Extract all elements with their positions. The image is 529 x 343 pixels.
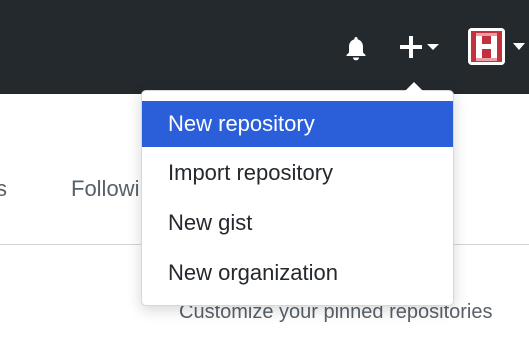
- github-page: s Followi Customize your pinned reposito…: [0, 0, 529, 343]
- tab-partial[interactable]: s: [0, 176, 7, 202]
- top-header: [0, 0, 529, 94]
- caret-down-icon: [427, 44, 439, 50]
- create-new-button[interactable]: [396, 32, 442, 62]
- menu-item-import-repository[interactable]: Import repository: [142, 150, 453, 196]
- tab-following[interactable]: Followi: [71, 176, 139, 202]
- menu-item-new-gist[interactable]: New gist: [142, 200, 453, 246]
- dropdown-caret-fill: [405, 82, 423, 91]
- plus-icon: [400, 36, 439, 58]
- create-new-dropdown: New repository Import repository New gis…: [141, 90, 454, 306]
- bell-icon[interactable]: [342, 34, 370, 62]
- caret-down-icon: [513, 43, 525, 50]
- avatar: [468, 28, 505, 65]
- user-menu-button[interactable]: [468, 28, 529, 66]
- menu-item-new-organization[interactable]: New organization: [142, 250, 453, 296]
- menu-item-new-repository[interactable]: New repository: [142, 101, 453, 147]
